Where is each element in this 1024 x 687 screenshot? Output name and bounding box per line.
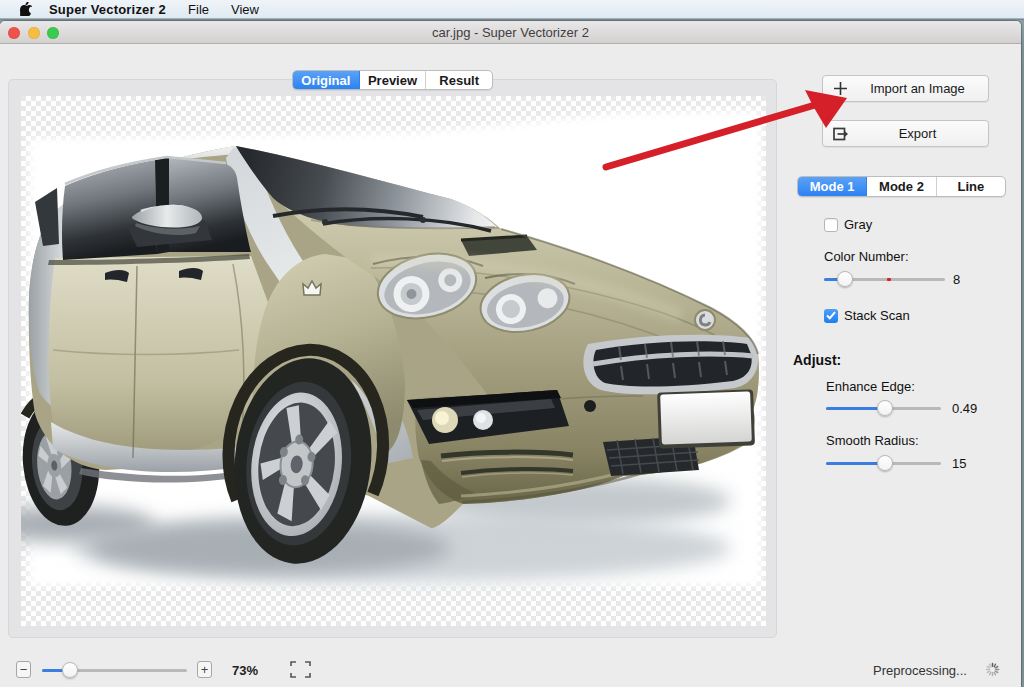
car-image (21, 96, 766, 626)
tab-mode-1[interactable]: Mode 1 (798, 177, 867, 196)
spinner-icon (985, 662, 1000, 677)
tab-mode-2[interactable]: Mode 2 (867, 177, 936, 196)
stack-scan-checkbox-row: Stack Scan (824, 308, 910, 323)
window-title: car.jpg - Super Vectorizer 2 (0, 21, 1021, 44)
license-plate (657, 389, 755, 448)
gray-label: Gray (844, 217, 872, 232)
menu-item-view[interactable]: View (231, 2, 259, 17)
smooth-radius-value: 15 (952, 456, 966, 471)
enhance-edge-value: 0.49 (952, 401, 977, 416)
import-image-button[interactable]: Import an Image (822, 75, 989, 102)
title-bar[interactable]: car.jpg - Super Vectorizer 2 (0, 21, 1021, 44)
tab-result[interactable]: Result (426, 71, 492, 89)
apple-icon[interactable] (20, 2, 32, 16)
enhance-edge-label: Enhance Edge: (826, 379, 915, 394)
color-number-slider-tick (887, 278, 891, 281)
enhance-edge-slider[interactable] (826, 400, 941, 416)
tab-line[interactable]: Line (937, 177, 1005, 196)
stack-scan-checkbox[interactable] (824, 309, 838, 323)
zoom-slider-knob[interactable] (62, 662, 78, 678)
status-text: Preprocessing... (873, 663, 967, 678)
enhance-edge-slider-knob[interactable] (877, 400, 893, 416)
zoom-out-button[interactable]: − (16, 661, 31, 678)
zoom-in-button[interactable]: + (197, 661, 212, 678)
export-icon (823, 126, 857, 142)
color-number-label: Color Number: (824, 249, 909, 264)
smooth-radius-slider[interactable] (826, 455, 941, 471)
view-tabs: Original Preview Result (292, 70, 493, 90)
app-window: car.jpg - Super Vectorizer 2 Original Pr… (0, 21, 1021, 687)
tab-preview[interactable]: Preview (360, 71, 427, 89)
menu-bar: Super Vectorizer 2 File View (0, 0, 1024, 19)
zoom-slider[interactable] (42, 662, 187, 678)
zoom-level: 73% (232, 663, 258, 678)
color-number-slider[interactable] (824, 271, 945, 287)
menu-app-name[interactable]: Super Vectorizer 2 (49, 2, 166, 17)
menu-item-file[interactable]: File (188, 2, 209, 17)
gray-checkbox-row: Gray (824, 217, 872, 232)
image-canvas[interactable] (8, 79, 777, 638)
export-button[interactable]: Export (822, 120, 989, 147)
smooth-radius-slider-fill (826, 462, 885, 465)
gray-checkbox[interactable] (824, 218, 838, 232)
mode-tabs: Mode 1 Mode 2 Line (797, 176, 1006, 197)
fit-screen-button[interactable] (289, 660, 312, 679)
tab-original[interactable]: Original (293, 71, 360, 89)
smooth-radius-slider-knob[interactable] (877, 455, 893, 471)
smooth-radius-label: Smooth Radius: (826, 433, 919, 448)
plus-icon (823, 81, 857, 96)
color-number-value: 8 (953, 272, 960, 287)
color-number-slider-knob[interactable] (837, 271, 853, 287)
enhance-edge-slider-fill (826, 407, 885, 410)
adjust-heading: Adjust: (793, 352, 841, 368)
stack-scan-label: Stack Scan (844, 308, 910, 323)
